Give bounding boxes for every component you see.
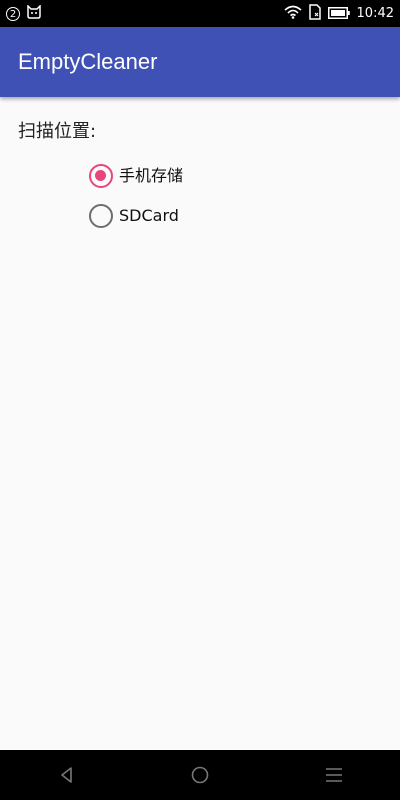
battery-icon: [327, 4, 350, 23]
cat-app-icon: [26, 4, 42, 23]
back-icon[interactable]: [55, 763, 79, 787]
home-icon[interactable]: [188, 763, 212, 787]
radio-option-sdcard[interactable]: SDCard: [89, 202, 179, 230]
menu-icon[interactable]: [322, 763, 346, 787]
screen: 2 10:42 EmptyCleaner 扫描位置: 手机存储 SDCard: [0, 0, 400, 800]
status-bar-left: 2: [6, 4, 42, 23]
wifi-icon: [284, 4, 302, 23]
radio-label-sdcard: SDCard: [119, 206, 179, 225]
radio-option-phone-storage[interactable]: 手机存储: [89, 162, 183, 190]
navigation-bar: [0, 750, 400, 800]
status-bar-right: 10:42: [284, 3, 394, 24]
radio-button-checked[interactable]: [89, 164, 113, 188]
radio-label-phone-storage: 手机存储: [119, 166, 184, 185]
notification-count-icon: 2: [6, 6, 20, 21]
scan-location-label: 扫描位置:: [18, 121, 97, 142]
app-title: EmptyCleaner: [18, 49, 158, 74]
sim-missing-icon: [308, 3, 321, 24]
radio-button-unchecked[interactable]: [89, 204, 113, 228]
status-time: 10:42: [356, 6, 394, 21]
app-bar: EmptyCleaner: [0, 27, 400, 97]
status-bar: 2 10:42: [0, 0, 400, 27]
